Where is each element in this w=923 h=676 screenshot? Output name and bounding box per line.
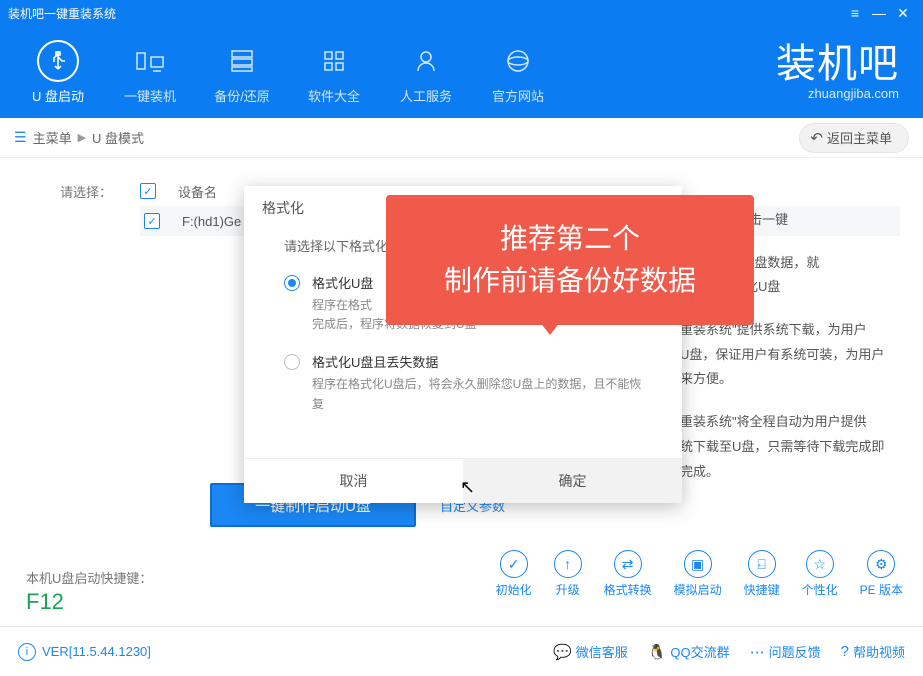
action-hotkey[interactable]: ⍇快捷键 — [744, 550, 780, 598]
window-title: 装机吧一键重装系统 — [8, 5, 843, 22]
back-arrow-icon: ↶ — [810, 129, 823, 147]
breadcrumb: ☰ 主菜单 ▶ U 盘模式 ↶ 返回主菜单 — [0, 118, 923, 158]
action-pe-version[interactable]: ⚙PE 版本 — [860, 550, 903, 598]
play-icon: ▣ — [684, 550, 712, 578]
logo: 装机吧 zhuangjiba.com — [776, 44, 911, 101]
please-select-label: 请选择： — [60, 182, 112, 201]
tool-one-click[interactable]: 一键装机 — [104, 32, 196, 112]
breadcrumb-root[interactable]: 主菜单 — [33, 128, 72, 147]
select-all-checkbox[interactable]: ✓ — [140, 183, 156, 199]
help-video-link[interactable]: ?帮助视频 — [841, 642, 905, 661]
tool-website[interactable]: 官方网站 — [472, 32, 564, 112]
qq-icon: 🐧 — [648, 643, 667, 661]
back-to-main-button[interactable]: ↶ 返回主菜单 — [799, 123, 909, 153]
tool-label: 人工服务 — [400, 86, 452, 105]
device-name: F:(hd1)Ge — [182, 214, 241, 229]
radio-unselected-icon[interactable] — [284, 354, 300, 370]
globe-icon — [497, 40, 539, 82]
mouse-icon: ⍇ — [748, 550, 776, 578]
close-button[interactable]: ✕ — [891, 5, 915, 22]
check-icon: ✓ — [500, 550, 528, 578]
help-icon: ? — [841, 643, 849, 660]
menu-icon[interactable]: ≡ — [843, 5, 867, 21]
tool-backup[interactable]: 备份/还原 — [196, 32, 288, 112]
breadcrumb-current: U 盘模式 — [92, 128, 144, 147]
star-icon: ☆ — [806, 550, 834, 578]
grid-icon — [313, 40, 355, 82]
radio-selected-icon[interactable] — [284, 275, 300, 291]
info-icon: i — [18, 643, 36, 661]
action-format[interactable]: ⇄格式转换 — [604, 550, 652, 598]
tool-label: 官方网站 — [492, 86, 544, 105]
minimize-button[interactable]: ― — [867, 5, 891, 21]
option2-desc: 程序在格式化U盘后，将会永久删除您U盘上的数据，且不能恢复 — [312, 375, 652, 413]
logo-text: 装机吧 — [776, 44, 899, 84]
chat-icon: ⋯ — [750, 643, 765, 661]
wechat-support-link[interactable]: 💬微信客服 — [553, 642, 628, 661]
gear-icon: ⚙ — [867, 550, 895, 578]
ok-button[interactable]: 确定 — [463, 459, 682, 503]
logo-url: zhuangjiba.com — [776, 86, 899, 101]
computers-icon — [129, 40, 171, 82]
list-icon: ☰ — [14, 129, 27, 146]
person-icon — [405, 40, 447, 82]
device-table-header: ✓ 设备名 — [140, 176, 217, 206]
callout-line1: 推荐第二个 — [500, 218, 640, 260]
action-simulate[interactable]: ▣模拟启动 — [674, 550, 722, 598]
tool-label: 软件大全 — [308, 86, 360, 105]
hotkey-label: 本机U盘启动快捷键： — [26, 568, 152, 587]
tool-usb-boot[interactable]: U 盘启动 — [12, 32, 104, 112]
callout-tip: 推荐第二个 制作前请备份好数据 — [386, 195, 754, 325]
swap-icon: ⇄ — [614, 550, 642, 578]
qq-group-link[interactable]: 🐧QQ交流群 — [648, 642, 730, 661]
option2-title: 格式化U盘且丢失数据 — [312, 352, 652, 371]
col-device-label: 设备名 — [178, 182, 217, 201]
device-checkbox[interactable]: ✓ — [144, 213, 160, 229]
cancel-button[interactable]: 取消 — [244, 459, 463, 503]
version-text: VER[11.5.44.1230] — [42, 644, 151, 659]
action-init[interactable]: ✓初始化 — [496, 550, 532, 598]
up-icon: ↑ — [554, 550, 582, 578]
wechat-icon: 💬 — [553, 643, 572, 661]
back-label: 返回主菜单 — [827, 128, 892, 147]
feedback-link[interactable]: ⋯问题反馈 — [750, 642, 821, 661]
tool-software[interactable]: 软件大全 — [288, 32, 380, 112]
tool-support[interactable]: 人工服务 — [380, 32, 472, 112]
tool-label: 一键装机 — [124, 86, 176, 105]
callout-line2: 制作前请备份好数据 — [444, 260, 696, 302]
chevron-right-icon: ▶ — [78, 131, 86, 144]
main-toolbar: U 盘启动 一键装机 备份/还原 软件大全 人工服务 官方网站 装机吧 zhua… — [0, 26, 923, 118]
usb-icon — [37, 40, 79, 82]
format-option-lose-data[interactable]: 格式化U盘且丢失数据 程序在格式化U盘后，将会永久删除您U盘上的数据，且不能恢复 — [284, 352, 652, 413]
server-icon — [221, 40, 263, 82]
tool-label: U 盘启动 — [32, 86, 84, 105]
action-customize[interactable]: ☆个性化 — [802, 550, 838, 598]
hotkey-key: F12 — [26, 589, 152, 615]
action-upgrade[interactable]: ↑升级 — [554, 550, 582, 598]
tool-label: 备份/还原 — [214, 86, 270, 105]
